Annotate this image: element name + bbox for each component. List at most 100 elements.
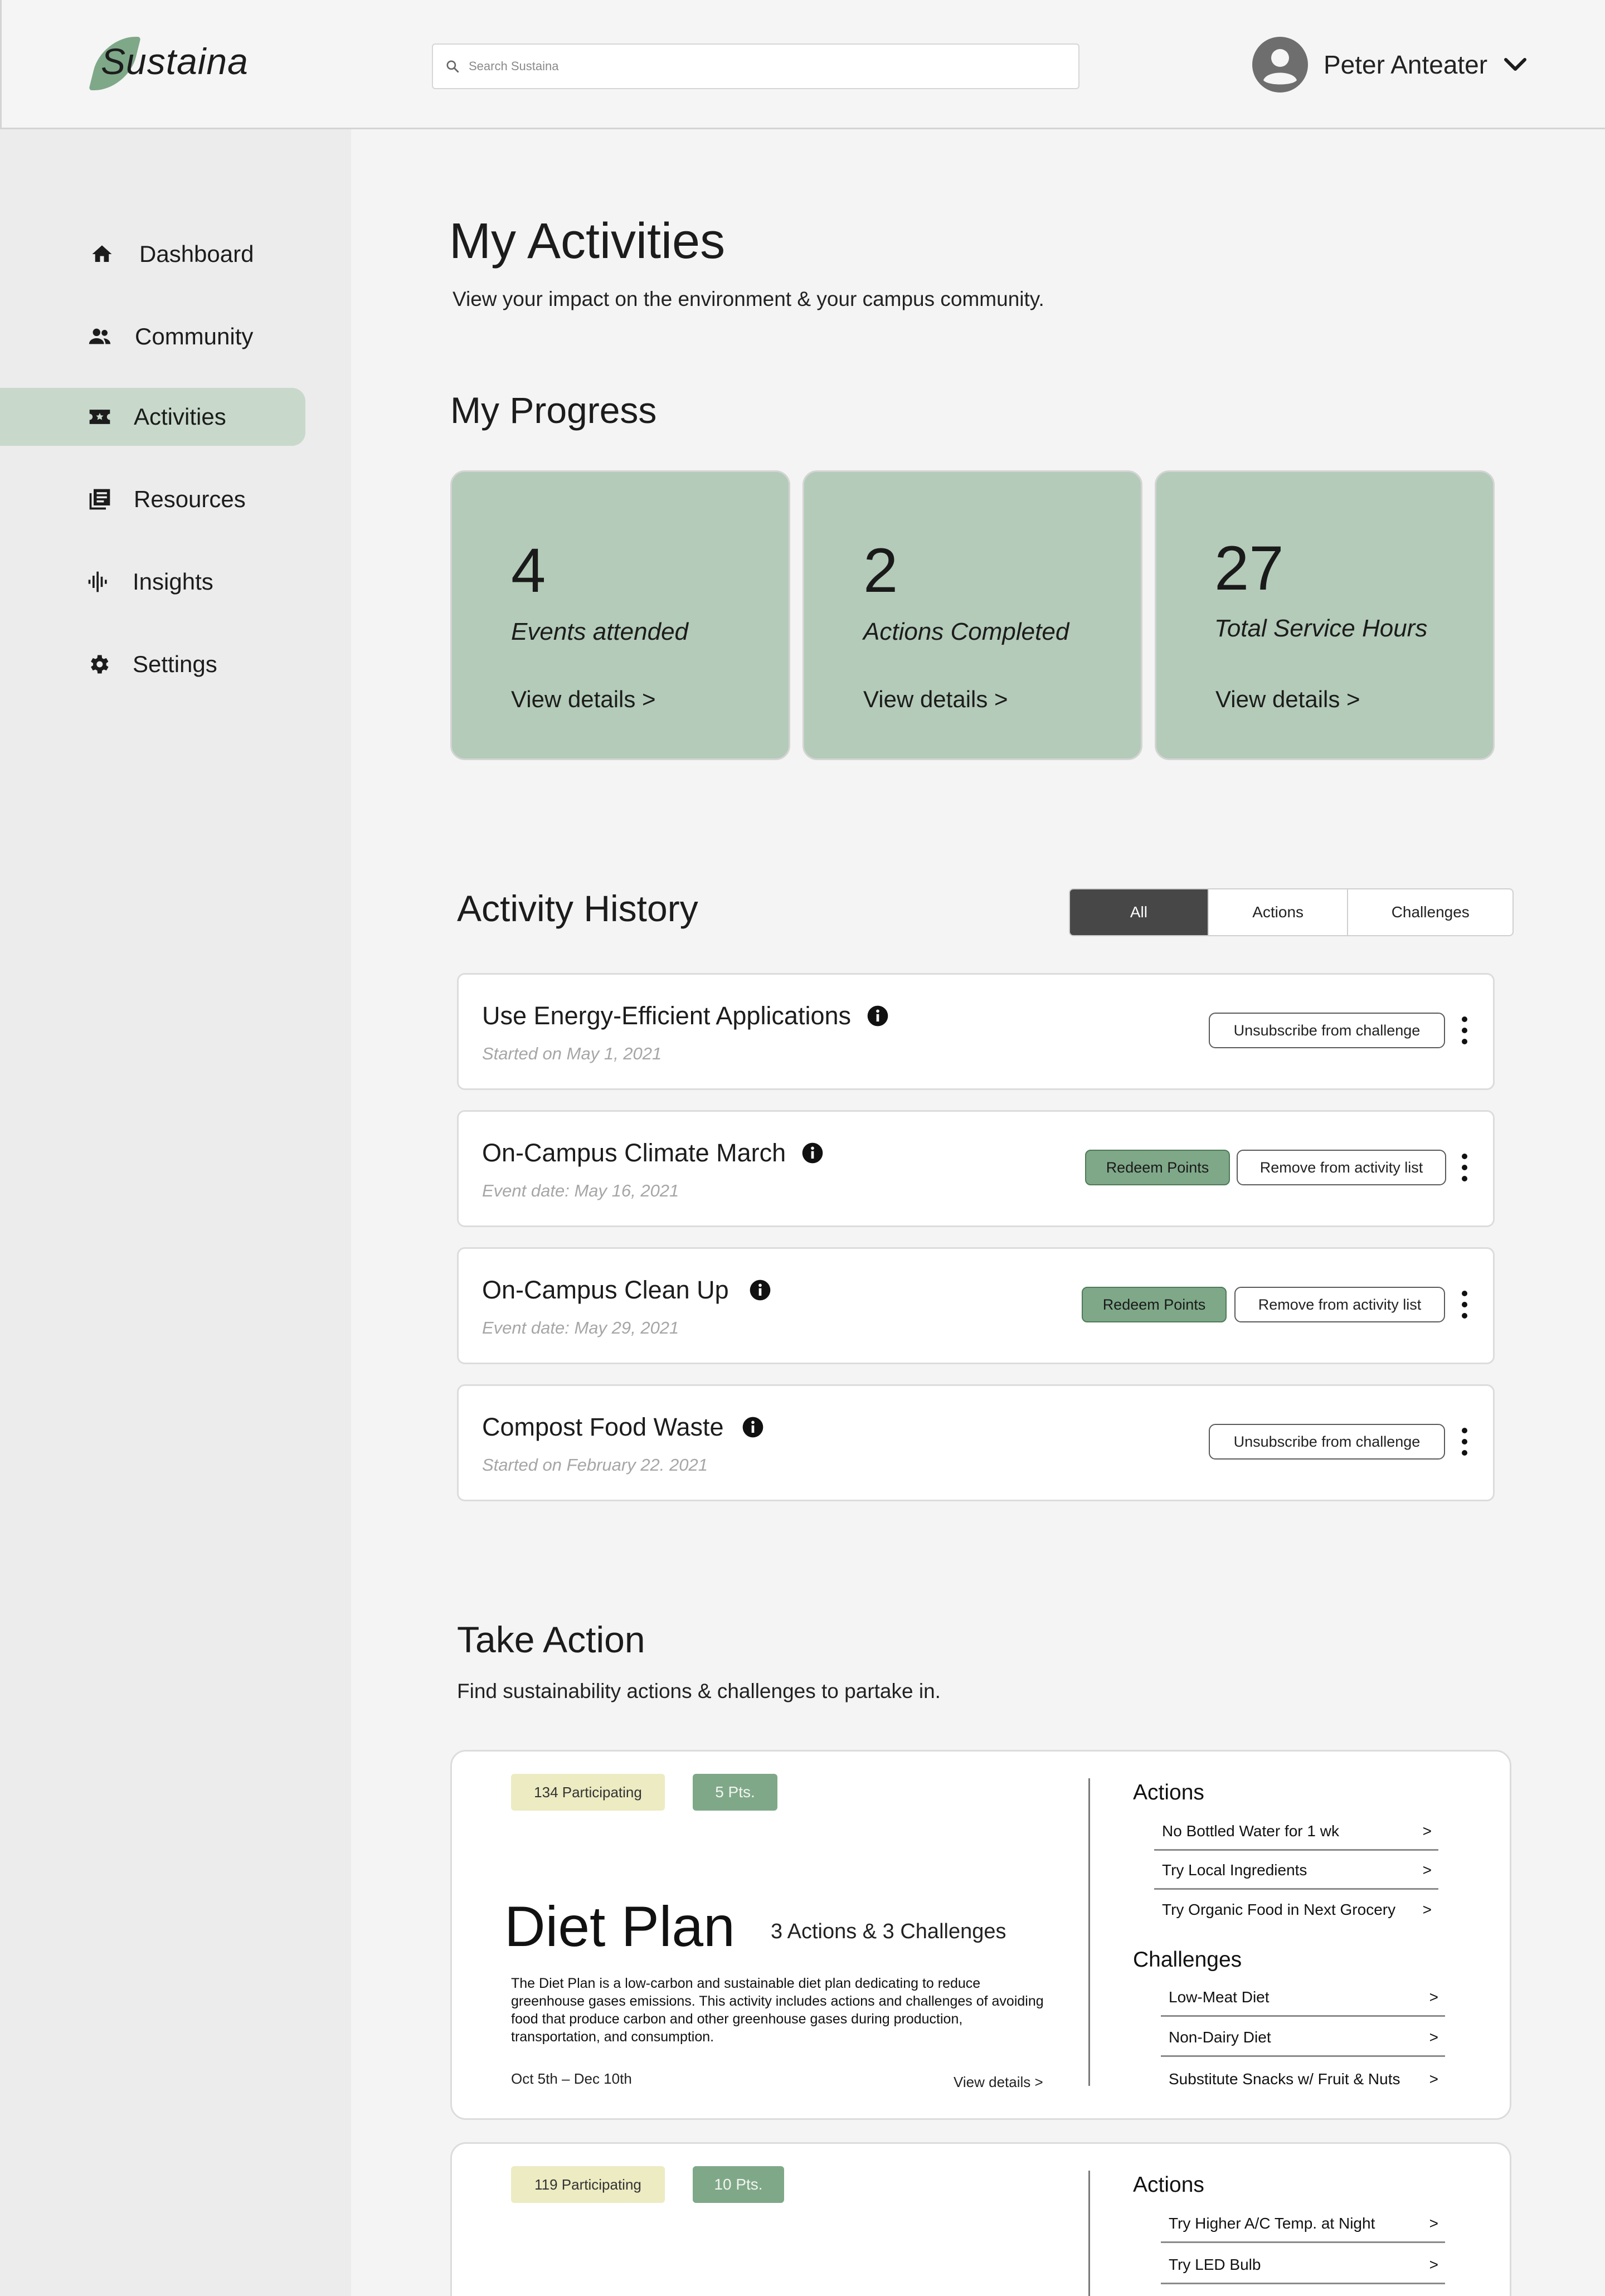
- action-item-label: Try Higher A/C Temp. at Night: [1169, 2214, 1375, 2232]
- action-item[interactable]: Try LED Bulb >: [1161, 2246, 1445, 2284]
- search-bar[interactable]: [432, 43, 1079, 89]
- remove-from-list-button[interactable]: Remove from activity list: [1237, 1150, 1446, 1185]
- sidebar-item-label: Resources: [134, 486, 246, 512]
- stat-label: Events attended: [511, 618, 689, 645]
- info-icon[interactable]: [749, 1279, 771, 1301]
- participating-badge: 134 Participating: [511, 1774, 665, 1811]
- activity-date: Started on February 22. 2021: [482, 1455, 708, 1475]
- action-card-energy: 119 Participating 10 Pts. Actions Try Hi…: [450, 2142, 1511, 2296]
- unsubscribe-button[interactable]: Unsubscribe from challenge: [1209, 1424, 1445, 1460]
- challenges-heading: Challenges: [1133, 1948, 1242, 1972]
- view-details-link[interactable]: View details >: [511, 686, 656, 713]
- action-item[interactable]: No Bottled Water for 1 wk >: [1154, 1813, 1438, 1851]
- activity-title-wrap: Compost Food Waste: [482, 1413, 764, 1442]
- activity-title: Compost Food Waste: [482, 1413, 724, 1441]
- view-details-link[interactable]: View details >: [954, 2074, 1043, 2091]
- activity-title-wrap: On-Campus Climate March: [482, 1139, 824, 1168]
- activity-date: Event date: May 29, 2021: [482, 1318, 679, 1337]
- chevron-down-icon[interactable]: [1503, 56, 1528, 73]
- action-item[interactable]: Try Higher A/C Temp. at Night >: [1161, 2205, 1445, 2243]
- view-details-link[interactable]: View details >: [1215, 686, 1360, 713]
- sidebar-item-label: Community: [135, 323, 254, 349]
- logo[interactable]: Sustaina: [89, 35, 258, 96]
- sidebar-item-activities[interactable]: Activities: [0, 388, 305, 446]
- remove-from-list-button[interactable]: Remove from activity list: [1234, 1287, 1445, 1322]
- card-title: Diet Plan: [504, 1895, 735, 1958]
- action-item[interactable]: Try Local Ingredients >: [1154, 1852, 1438, 1890]
- challenge-item[interactable]: Substitute Snacks w/ Fruit & Nuts >: [1161, 2060, 1445, 2098]
- activity-row: On-Campus Clean Up Event date: May 29, 2…: [457, 1247, 1495, 1364]
- challenge-item-label: Non-Dairy Diet: [1169, 2028, 1271, 2046]
- actions-heading: Actions: [1133, 2173, 1204, 2197]
- tab-actions[interactable]: Actions: [1209, 889, 1349, 935]
- challenge-item[interactable]: Non-Dairy Diet >: [1161, 2019, 1445, 2057]
- redeem-points-button[interactable]: Redeem Points: [1085, 1150, 1230, 1185]
- waveform-icon: [86, 569, 111, 595]
- points-badge: 5 Pts.: [693, 1774, 777, 1811]
- history-filter-tabs: All Actions Challenges: [1069, 888, 1514, 936]
- avatar-icon: [1252, 37, 1308, 93]
- activity-row: On-Campus Climate March Event date: May …: [457, 1110, 1495, 1227]
- page-title: My Activities: [449, 213, 726, 269]
- info-icon[interactable]: [742, 1416, 764, 1438]
- stat-card-actions: 2 Actions Completed View details >: [802, 470, 1142, 760]
- activity-title: On-Campus Climate March: [482, 1139, 786, 1167]
- redeem-points-button[interactable]: Redeem Points: [1082, 1287, 1227, 1322]
- more-options-icon[interactable]: [1456, 1288, 1473, 1321]
- challenge-item[interactable]: Low-Meat Diet >: [1161, 1979, 1445, 2017]
- action-item-label: Try LED Bulb: [1169, 2255, 1261, 2273]
- stat-label: Actions Completed: [863, 618, 1069, 645]
- sidebar-item-label: Insights: [133, 568, 213, 595]
- user-menu[interactable]: Peter Anteater: [1252, 36, 1528, 94]
- action-item[interactable]: Try Organic Food in Next Grocery >: [1154, 1891, 1438, 1929]
- sidebar-item-settings[interactable]: Settings: [0, 635, 305, 693]
- tab-challenges[interactable]: Challenges: [1348, 889, 1512, 935]
- action-card-diet-plan: 134 Participating 5 Pts. Diet Plan 3 Act…: [450, 1750, 1511, 2120]
- stat-value: 27: [1214, 533, 1284, 603]
- action-item-label: Try Local Ingredients: [1162, 1861, 1307, 1879]
- stat-value: 4: [511, 536, 546, 605]
- sidebar: Dashboard Community Activities Resources…: [0, 129, 351, 2296]
- search-icon: [446, 60, 459, 73]
- sidebar-item-community[interactable]: Community: [0, 308, 305, 366]
- chevron-right-icon: >: [1429, 2255, 1438, 2273]
- activity-title: On-Campus Clean Up: [482, 1276, 729, 1304]
- card-divider: [1088, 2171, 1090, 2296]
- progress-title: My Progress: [450, 390, 657, 431]
- info-icon[interactable]: [867, 1005, 889, 1027]
- sidebar-item-dashboard[interactable]: Dashboard: [0, 225, 305, 283]
- stat-card-service-hours: 27 Total Service Hours View details >: [1155, 470, 1495, 760]
- history-title: Activity History: [457, 888, 698, 929]
- sidebar-item-insights[interactable]: Insights: [0, 553, 305, 611]
- search-input[interactable]: [469, 59, 1054, 74]
- actions-heading: Actions: [1133, 1781, 1204, 1804]
- card-description: The Diet Plan is a low-carbon and sustai…: [511, 1976, 1044, 2045]
- action-item-label: No Bottled Water for 1 wk: [1162, 1822, 1339, 1840]
- activity-title-wrap: On-Campus Clean Up: [482, 1276, 771, 1305]
- sidebar-item-label: Dashboard: [139, 241, 254, 267]
- view-details-link[interactable]: View details >: [863, 686, 1008, 713]
- sidebar-item-resources[interactable]: Resources: [0, 470, 305, 528]
- stat-label: Total Service Hours: [1214, 615, 1428, 642]
- chevron-right-icon: >: [1429, 1988, 1438, 2006]
- stat-value: 2: [863, 536, 898, 605]
- challenge-item-label: Low-Meat Diet: [1169, 1988, 1270, 2006]
- take-action-title: Take Action: [457, 1619, 645, 1660]
- more-options-icon[interactable]: [1456, 1425, 1473, 1458]
- card-dates: Oct 5th – Dec 10th: [511, 2070, 632, 2087]
- page-subtitle: View your impact on the environment & yo…: [453, 288, 1044, 310]
- sidebar-item-label: Activities: [134, 403, 226, 430]
- chevron-right-icon: >: [1422, 1861, 1432, 1879]
- people-icon: [87, 324, 113, 349]
- chevron-right-icon: >: [1429, 2070, 1438, 2088]
- more-options-icon[interactable]: [1456, 1014, 1473, 1047]
- info-icon[interactable]: [801, 1142, 824, 1164]
- library-icon: [87, 487, 113, 512]
- chevron-right-icon: >: [1422, 1822, 1432, 1840]
- card-count: 3 Actions & 3 Challenges: [771, 1920, 1006, 1943]
- tab-all[interactable]: All: [1070, 889, 1209, 935]
- more-options-icon[interactable]: [1456, 1151, 1473, 1184]
- unsubscribe-button[interactable]: Unsubscribe from challenge: [1209, 1013, 1445, 1048]
- user-name: Peter Anteater: [1324, 50, 1488, 79]
- participating-badge: 119 Participating: [511, 2166, 665, 2203]
